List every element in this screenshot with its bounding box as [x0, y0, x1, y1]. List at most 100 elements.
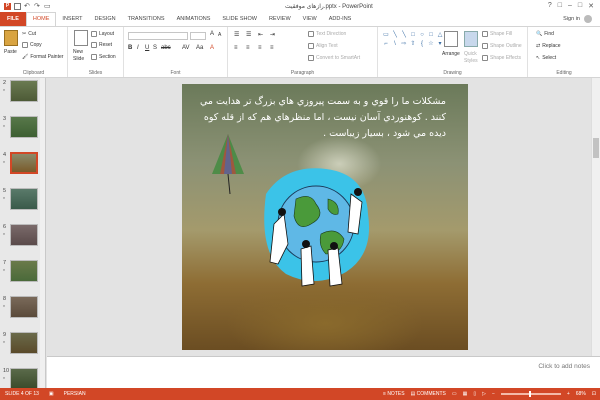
zoom-slider-knob[interactable]: [528, 391, 531, 397]
notes-toggle[interactable]: ≡ NOTES: [383, 391, 405, 397]
textbox-shape-icon[interactable]: ▭: [382, 31, 390, 39]
shape-outline-button[interactable]: Shape Outline: [482, 43, 522, 49]
line-shape-icon[interactable]: \: [391, 40, 399, 48]
numbering-icon[interactable]: ☰: [246, 31, 251, 38]
maximize-icon[interactable]: □: [578, 2, 582, 10]
replace-button[interactable]: ⇄ Replace: [536, 43, 561, 49]
shape-fill-button[interactable]: Shape Fill: [482, 31, 512, 37]
shrink-font-icon[interactable]: A: [218, 32, 221, 38]
quick-styles-button[interactable]: Quick: [464, 51, 477, 57]
font-size-combo[interactable]: [190, 32, 206, 40]
thumbnail-slide[interactable]: [10, 368, 38, 388]
close-icon[interactable]: ✕: [588, 2, 594, 10]
quick-styles-icon[interactable]: [464, 31, 478, 47]
font-color-icon[interactable]: A: [210, 45, 214, 51]
thumbnail-slide[interactable]: [10, 296, 38, 318]
current-slide[interactable]: مشکلات ما را قوي و به سمت پيروزي هاي بزر…: [182, 84, 468, 350]
underline-icon[interactable]: U: [145, 45, 149, 51]
copy-button[interactable]: Copy: [22, 42, 42, 48]
thumbnail-slide[interactable]: [10, 188, 38, 210]
new-slide-button[interactable]: New: [73, 49, 83, 55]
tab-insert[interactable]: INSERT: [56, 12, 88, 26]
oval-shape-icon[interactable]: ○: [418, 31, 426, 39]
zoom-in-icon[interactable]: +: [567, 391, 570, 397]
tab-file[interactable]: FILE: [0, 12, 26, 26]
slide-body-text[interactable]: مشکلات ما را قوي و به سمت پيروزي هاي بزر…: [196, 94, 446, 142]
thumbnail-slide[interactable]: [10, 260, 38, 282]
ribbon-display-icon[interactable]: □: [558, 2, 562, 10]
align-text-button[interactable]: Align Text: [308, 43, 338, 49]
shape-effects-button[interactable]: Shape Effects: [482, 55, 521, 61]
help-icon[interactable]: ?: [548, 2, 552, 10]
change-case-icon[interactable]: Aa: [196, 45, 203, 51]
align-right-icon[interactable]: ≡: [258, 45, 262, 51]
slide-sorter-icon[interactable]: ▦: [463, 391, 468, 397]
main-vertical-scrollbar[interactable]: [591, 78, 600, 356]
connector-shape-icon[interactable]: ⌐: [382, 40, 390, 48]
zoom-out-icon[interactable]: −: [492, 391, 495, 397]
text-direction-button[interactable]: Text Direction: [308, 31, 346, 37]
arrow-shape-icon[interactable]: ⇨: [400, 40, 408, 48]
shadow-icon[interactable]: S: [153, 45, 157, 51]
rect-shape-icon[interactable]: □: [409, 31, 417, 39]
format-painter-button[interactable]: 🖌 Format Painter: [22, 54, 63, 60]
thumbnail-slide[interactable]: [10, 116, 38, 138]
paste-icon[interactable]: [4, 30, 18, 46]
line-shape-icon[interactable]: ╲: [400, 31, 408, 39]
thumbnails-scrollbar[interactable]: [40, 78, 45, 388]
triangle-shape-icon[interactable]: △: [436, 31, 444, 39]
shapes-gallery[interactable]: ▭ ╲ ╲ □ ○ □ △ ⌐ \ ⇨ ⇧ { ☆ ▾: [382, 31, 442, 61]
arrow-shape-icon[interactable]: ⇧: [409, 40, 417, 48]
minimize-icon[interactable]: –: [568, 2, 572, 10]
cut-button[interactable]: ✂ Cut: [22, 31, 36, 37]
align-left-icon[interactable]: ≡: [234, 45, 238, 51]
line-shape-icon[interactable]: ╲: [391, 31, 399, 39]
tab-add-ins[interactable]: ADD-INS: [323, 12, 358, 26]
present-icon[interactable]: ▭: [44, 3, 51, 10]
italic-icon[interactable]: I: [137, 45, 139, 51]
bold-icon[interactable]: B: [128, 45, 132, 51]
spellcheck-icon[interactable]: ▣: [44, 391, 59, 397]
tab-transitions[interactable]: TRANSITIONS: [122, 12, 171, 26]
bullets-icon[interactable]: ☰: [234, 31, 239, 38]
reading-view-icon[interactable]: ▯: [473, 391, 476, 397]
layout-button[interactable]: Layout: [91, 31, 114, 37]
tab-design[interactable]: DESIGN: [89, 12, 122, 26]
zoom-level[interactable]: 68%: [576, 391, 586, 397]
find-button[interactable]: 🔍 Find: [536, 31, 554, 37]
scrollbar-thumb[interactable]: [593, 138, 599, 158]
language-indicator[interactable]: PERSIAN: [59, 391, 91, 397]
fit-slide-icon[interactable]: ⊡: [592, 391, 596, 397]
rect-shape-icon[interactable]: □: [427, 31, 435, 39]
tab-home[interactable]: HOME: [25, 12, 57, 26]
zoom-slider[interactable]: [500, 391, 561, 397]
grow-font-icon[interactable]: A: [210, 31, 214, 37]
thumbnail-slide[interactable]: [10, 332, 38, 354]
section-button[interactable]: Section: [91, 54, 116, 60]
undo-icon[interactable]: ↶: [24, 3, 31, 10]
sign-in[interactable]: Sign in: [563, 12, 600, 26]
reset-button[interactable]: Reset: [91, 42, 112, 48]
more-shapes-icon[interactable]: ▾: [436, 40, 444, 48]
star-shape-icon[interactable]: ☆: [427, 40, 435, 48]
tab-slide-show[interactable]: SLIDE SHOW: [216, 12, 263, 26]
decrease-indent-icon[interactable]: ⇤: [258, 31, 263, 38]
select-button[interactable]: ↖ Select: [536, 55, 556, 61]
normal-view-icon[interactable]: ▭: [452, 391, 457, 397]
thumbnail-slide[interactable]: [10, 224, 38, 246]
slideshow-icon[interactable]: ▷: [482, 391, 486, 397]
thumbnail-slide[interactable]: [10, 152, 38, 174]
align-center-icon[interactable]: ≡: [246, 45, 250, 51]
arrange-button[interactable]: Arrange: [442, 51, 460, 57]
paste-button[interactable]: Paste: [4, 49, 17, 55]
increase-indent-icon[interactable]: ⇥: [270, 31, 275, 38]
tab-view[interactable]: VIEW: [297, 12, 323, 26]
font-name-combo[interactable]: [128, 32, 188, 40]
tab-review[interactable]: REVIEW: [263, 12, 297, 26]
save-icon[interactable]: [14, 2, 21, 10]
char-spacing-icon[interactable]: AV: [182, 45, 190, 51]
notes-pane[interactable]: Click to add notes: [47, 356, 600, 388]
convert-smartart-button[interactable]: Convert to SmartArt: [308, 55, 360, 61]
arrange-icon[interactable]: [444, 31, 458, 47]
comments-toggle[interactable]: ▤ COMMENTS: [411, 391, 446, 397]
